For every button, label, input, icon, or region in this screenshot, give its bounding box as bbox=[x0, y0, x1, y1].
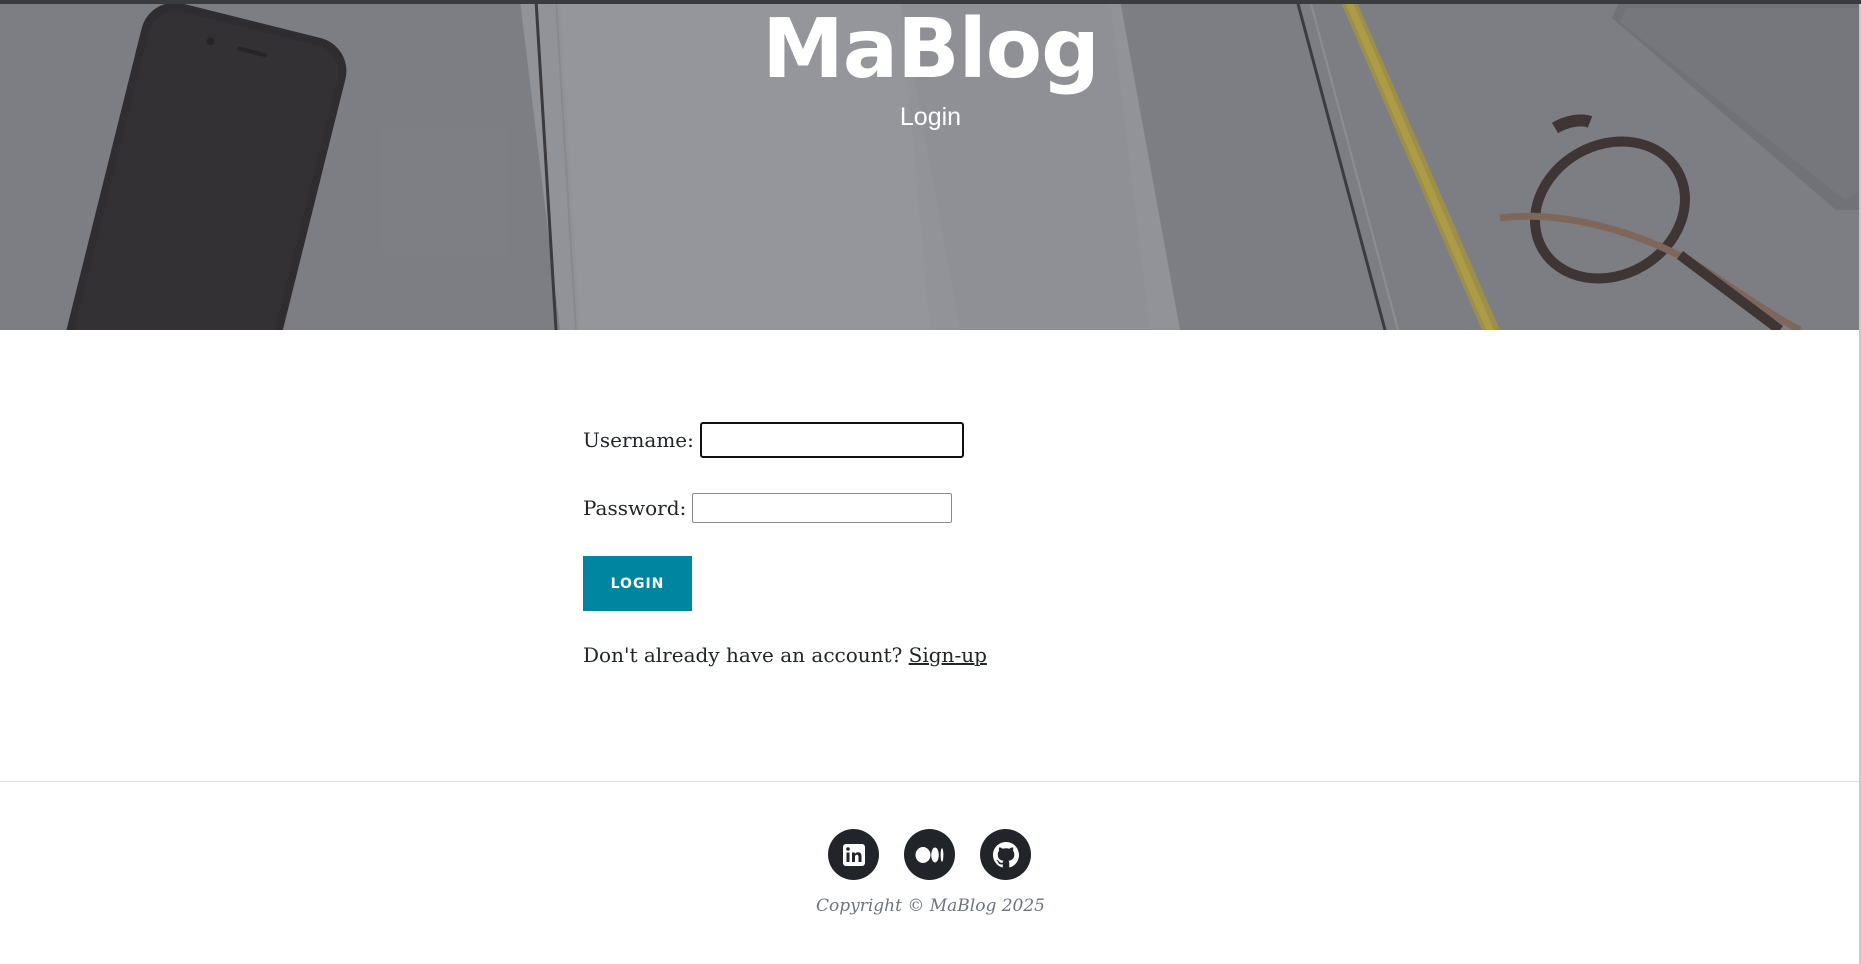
window-top-edge bbox=[0, 0, 1861, 4]
masthead: MaBlog Login bbox=[0, 0, 1861, 330]
username-input[interactable] bbox=[699, 422, 964, 458]
linkedin-link[interactable] bbox=[828, 829, 879, 880]
medium-icon bbox=[915, 846, 943, 863]
page-subtitle: Login bbox=[899, 103, 962, 131]
signup-prompt: Don't already have an account? Sign-up bbox=[583, 643, 1283, 667]
password-row: Password: bbox=[583, 488, 1283, 528]
signup-prompt-text: Don't already have an account? bbox=[583, 643, 903, 667]
login-form: Username: Password: Login Don't already … bbox=[583, 420, 1283, 667]
username-row: Username: bbox=[583, 420, 1283, 460]
password-label: Password: bbox=[583, 496, 687, 520]
github-link[interactable] bbox=[980, 829, 1031, 880]
login-button[interactable]: Login bbox=[583, 556, 692, 611]
page: MaBlog Login Username: Password: Login D… bbox=[0, 0, 1861, 964]
signup-link[interactable]: Sign-up bbox=[909, 643, 987, 667]
site-title: MaBlog bbox=[762, 2, 1100, 97]
password-input[interactable] bbox=[692, 493, 953, 523]
username-label: Username: bbox=[583, 428, 694, 452]
footer-divider bbox=[0, 781, 1861, 782]
github-icon bbox=[992, 841, 1019, 867]
medium-link[interactable] bbox=[904, 829, 955, 880]
linkedin-icon bbox=[842, 843, 865, 866]
copyright-text: Copyright © MaBlog 2025 bbox=[815, 896, 1046, 916]
social-links bbox=[828, 829, 1031, 880]
